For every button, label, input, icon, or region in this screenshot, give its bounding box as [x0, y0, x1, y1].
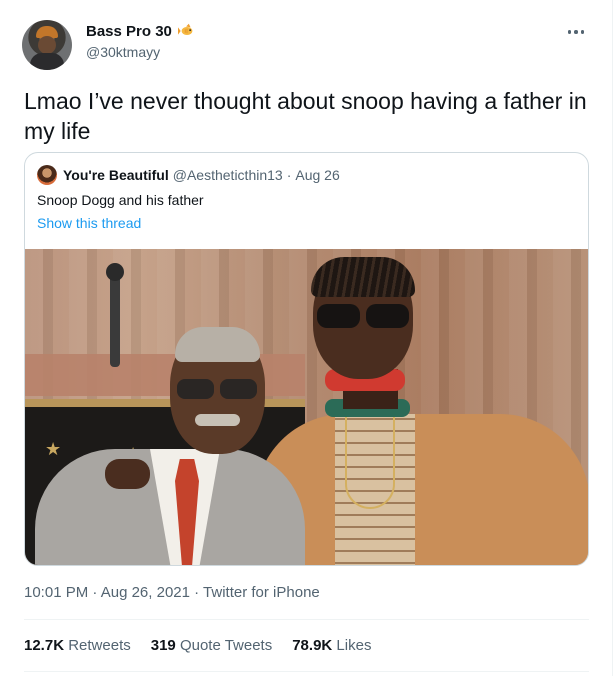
tweet-time[interactable]: 10:01 PM — [24, 584, 88, 601]
man-right-chain — [345, 409, 395, 509]
man-right-jacket — [255, 414, 588, 565]
quoted-separator: · — [286, 167, 292, 183]
quoted-handle[interactable]: @Aestheticthin13 — [173, 167, 283, 183]
man-left-hair — [175, 327, 260, 362]
engagement-stats: 12.7K Retweets 319 Quote Tweets 78.9K Li… — [24, 637, 371, 654]
more-dot — [567, 30, 572, 34]
retweets-count: 12.7K — [24, 637, 65, 654]
avatar-face-shape — [38, 36, 56, 54]
tweet-source-app[interactable]: Twitter for iPhone — [203, 584, 320, 601]
quoted-text: Snoop Dogg and his father — [37, 192, 204, 208]
avatar-body-shape — [30, 53, 64, 70]
man-left-sunglasses — [177, 379, 257, 399]
hand-on-shoulder — [105, 459, 150, 489]
tweet-card: Bass Pro 30 @30ktmayy Lmao I’ve never th… — [0, 0, 613, 676]
likes-count: 78.9K — [292, 637, 333, 654]
man-left-mustache — [195, 414, 240, 426]
author-display-name[interactable]: Bass Pro 30 — [86, 23, 172, 40]
divider — [24, 619, 589, 620]
quoted-avatar[interactable] — [37, 165, 57, 185]
microphone-stand — [110, 267, 120, 367]
man-right-sunglasses — [317, 304, 409, 328]
quoted-date[interactable]: Aug 26 — [295, 167, 339, 183]
tweet-text: Lmao I’ve never thought about snoop havi… — [24, 88, 587, 144]
microphone-icon — [106, 263, 124, 281]
likes-label: Likes — [336, 637, 372, 654]
star-icon: ★ — [45, 439, 62, 459]
man-right-braids — [311, 257, 415, 297]
more-dot — [574, 30, 578, 34]
retweets-stat[interactable]: 12.7K Retweets — [24, 637, 131, 654]
photo-two-men-image[interactable]: ★ ★ ★ ★ — [25, 249, 588, 565]
tweet-metadata: 10:01 PM · Aug 26, 2021 · Twitter for iP… — [24, 584, 320, 601]
quote-tweets-stat[interactable]: 319 Quote Tweets — [151, 637, 272, 654]
quote-tweets-count: 319 — [150, 637, 176, 654]
author-name-row: Bass Pro 30 — [86, 22, 196, 40]
show-thread-link[interactable]: Show this thread — [37, 215, 141, 231]
author-avatar[interactable] — [22, 20, 72, 70]
fish-emoji-icon — [177, 23, 193, 36]
likes-stat[interactable]: 78.9K Likes — [292, 637, 371, 654]
meta-separator: · — [189, 584, 204, 601]
meta-separator: · — [88, 584, 101, 601]
more-dot — [580, 30, 585, 34]
divider — [24, 671, 589, 672]
quote-tweets-label: Quote Tweets — [179, 637, 273, 654]
quoted-tweet[interactable]: You're Beautiful @Aestheticthin13 · Aug … — [24, 152, 589, 566]
quoted-display-name[interactable]: You're Beautiful — [63, 167, 169, 183]
retweets-label: Retweets — [68, 637, 131, 654]
tweet-date[interactable]: Aug 26, 2021 — [101, 584, 190, 601]
more-dots-icon[interactable] — [566, 24, 586, 40]
quoted-tweet-header: You're Beautiful @Aestheticthin13 · Aug … — [37, 165, 340, 185]
author-handle[interactable]: @30ktmayy — [86, 44, 160, 60]
